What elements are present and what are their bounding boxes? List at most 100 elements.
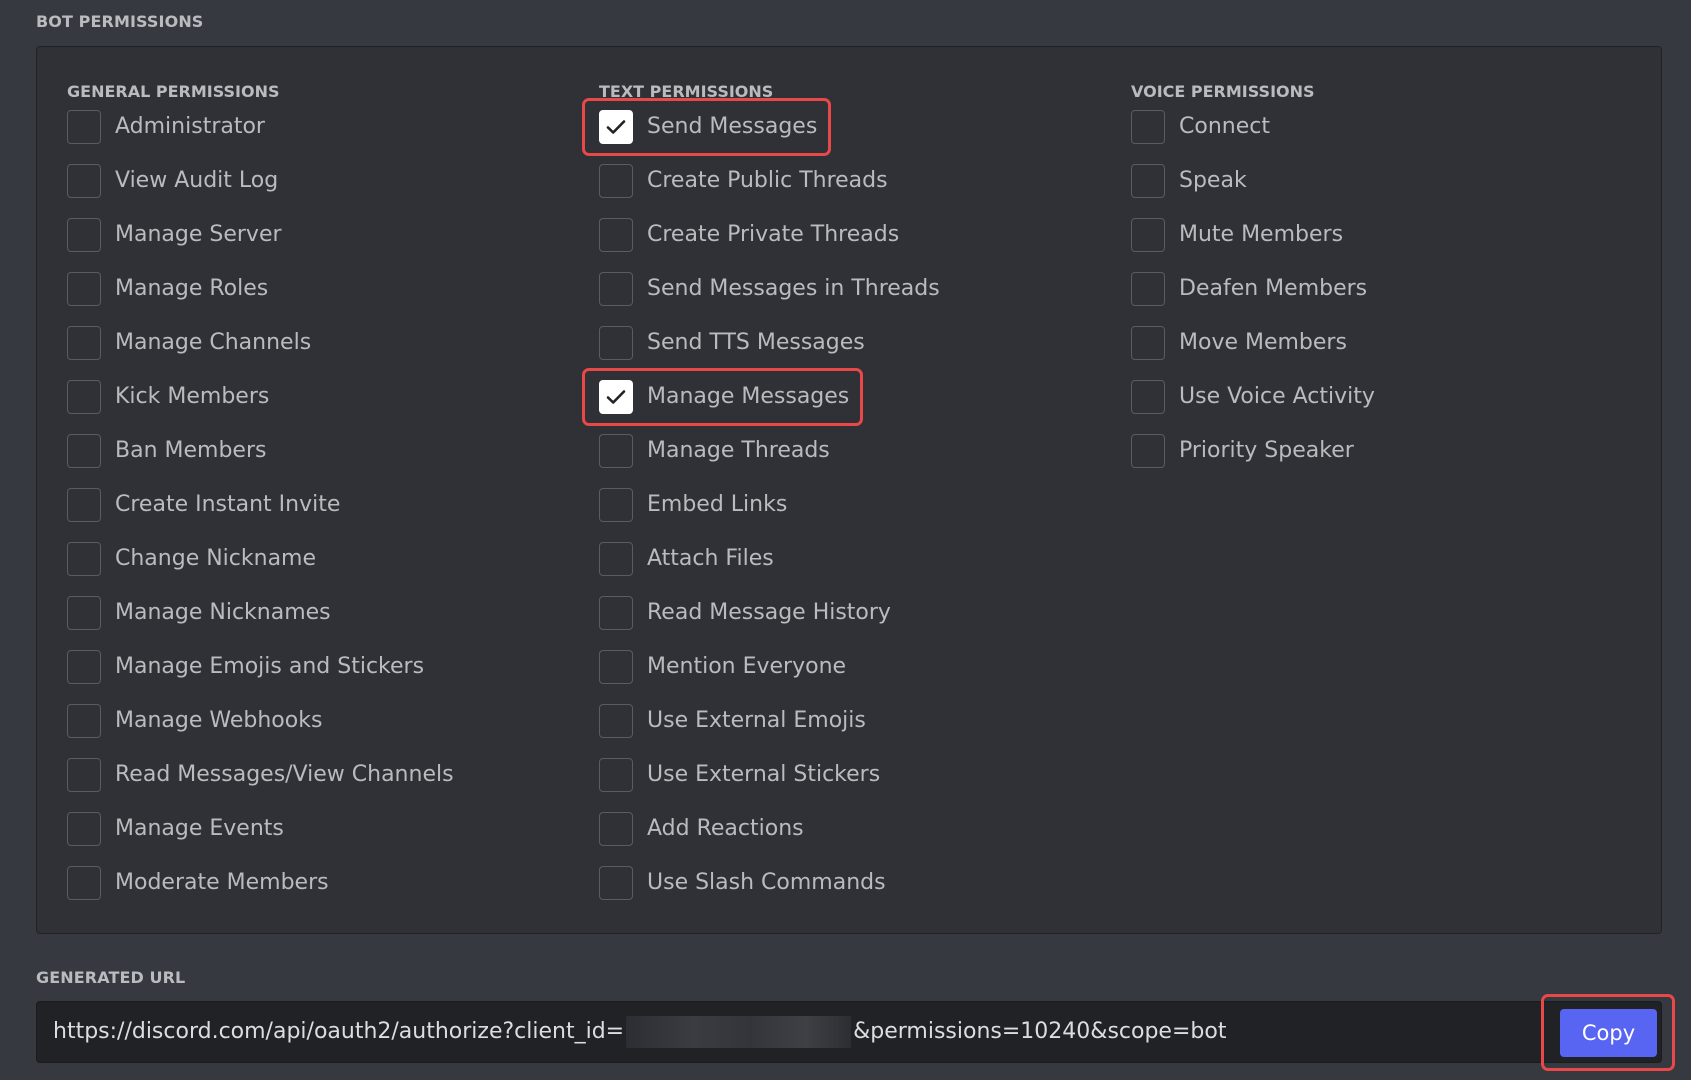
permission-label: Ban Members <box>115 438 267 463</box>
permission-checkbox[interactable] <box>599 542 633 576</box>
permission-checkbox[interactable] <box>599 704 633 738</box>
permission-checkbox[interactable] <box>599 326 633 360</box>
permission-manage-roles[interactable]: Manage Roles <box>67 272 454 326</box>
permission-read-message-history[interactable]: Read Message History <box>599 596 940 650</box>
redacted-client-id <box>626 1016 852 1048</box>
permission-add-reactions[interactable]: Add Reactions <box>599 812 940 866</box>
generated-url-title: GENERATED URL <box>36 968 186 987</box>
permission-use-slash-commands[interactable]: Use Slash Commands <box>599 866 940 920</box>
permission-checkbox[interactable] <box>1131 110 1165 144</box>
permission-checkbox[interactable] <box>67 650 101 684</box>
permission-create-instant-invite[interactable]: Create Instant Invite <box>67 488 454 542</box>
permission-checkbox[interactable] <box>1131 218 1165 252</box>
permission-label: Change Nickname <box>115 546 317 571</box>
permission-checkbox[interactable] <box>599 110 633 144</box>
permission-change-nickname[interactable]: Change Nickname <box>67 542 454 596</box>
permission-checkbox[interactable] <box>67 866 101 900</box>
permission-checkbox[interactable] <box>67 704 101 738</box>
permission-send-messages[interactable]: Send Messages <box>582 98 940 164</box>
permission-mention-everyone[interactable]: Mention Everyone <box>599 650 940 704</box>
permission-label: Send TTS Messages <box>647 330 865 355</box>
permission-view-audit-log[interactable]: View Audit Log <box>67 164 454 218</box>
copy-button[interactable]: Copy <box>1560 1009 1657 1057</box>
permission-checkbox[interactable] <box>1131 434 1165 468</box>
permission-label: Priority Speaker <box>1179 438 1354 463</box>
permission-manage-messages[interactable]: Manage Messages <box>582 368 940 434</box>
permission-checkbox[interactable] <box>1131 380 1165 414</box>
permission-attach-files[interactable]: Attach Files <box>599 542 940 596</box>
permission-create-private-threads[interactable]: Create Private Threads <box>599 218 940 272</box>
permission-checkbox[interactable] <box>67 272 101 306</box>
permission-checkbox[interactable] <box>599 650 633 684</box>
permission-label: Manage Emojis and Stickers <box>115 654 425 679</box>
permission-checkbox[interactable] <box>67 758 101 792</box>
permission-label: Deafen Members <box>1179 276 1368 301</box>
permission-checkbox[interactable] <box>599 758 633 792</box>
permission-label: Move Members <box>1179 330 1347 355</box>
permission-checkbox[interactable] <box>67 218 101 252</box>
permission-mute-members[interactable]: Mute Members <box>1131 218 1375 272</box>
permission-label: Manage Roles <box>115 276 269 301</box>
bot-permissions-title: BOT PERMISSIONS <box>36 12 204 31</box>
permission-checkbox[interactable] <box>1131 272 1165 306</box>
permission-create-public-threads[interactable]: Create Public Threads <box>599 164 940 218</box>
text-permissions-column: TEXT PERMISSIONS Send Messages Create Pub… <box>582 80 940 920</box>
permission-use-external-stickers[interactable]: Use External Stickers <box>599 758 940 812</box>
permission-checkbox[interactable] <box>67 434 101 468</box>
checkmark-icon <box>606 119 626 135</box>
permission-embed-links[interactable]: Embed Links <box>599 488 940 542</box>
permission-checkbox[interactable] <box>599 272 633 306</box>
permission-checkbox[interactable] <box>1131 326 1165 360</box>
permission-manage-emojis-and-stickers[interactable]: Manage Emojis and Stickers <box>67 650 454 704</box>
permission-label: Use External Emojis <box>647 708 866 733</box>
permission-manage-server[interactable]: Manage Server <box>67 218 454 272</box>
permission-label: Manage Channels <box>115 330 312 355</box>
permission-move-members[interactable]: Move Members <box>1131 326 1375 380</box>
permission-label: Manage Webhooks <box>115 708 323 733</box>
permission-use-external-emojis[interactable]: Use External Emojis <box>599 704 940 758</box>
permission-checkbox[interactable] <box>599 218 633 252</box>
permission-checkbox[interactable] <box>599 488 633 522</box>
permission-kick-members[interactable]: Kick Members <box>67 380 454 434</box>
general-permissions-title: GENERAL PERMISSIONS <box>67 82 280 101</box>
permission-checkbox[interactable] <box>67 110 101 144</box>
permission-label: Connect <box>1179 114 1270 139</box>
permission-moderate-members[interactable]: Moderate Members <box>67 866 454 920</box>
permission-checkbox[interactable] <box>599 380 633 414</box>
permission-send-tts-messages[interactable]: Send TTS Messages <box>599 326 940 380</box>
permission-manage-channels[interactable]: Manage Channels <box>67 326 454 380</box>
permission-use-voice-activity[interactable]: Use Voice Activity <box>1131 380 1375 434</box>
permission-ban-members[interactable]: Ban Members <box>67 434 454 488</box>
permission-checkbox[interactable] <box>599 434 633 468</box>
url-prefix: https://discord.com/api/oauth2/authorize… <box>53 1019 625 1044</box>
permission-priority-speaker[interactable]: Priority Speaker <box>1131 434 1375 488</box>
permission-checkbox[interactable] <box>599 866 633 900</box>
permission-checkbox[interactable] <box>599 164 633 198</box>
permission-checkbox[interactable] <box>67 596 101 630</box>
permission-read-messages-view-channels[interactable]: Read Messages/View Channels <box>67 758 454 812</box>
permission-checkbox[interactable] <box>67 488 101 522</box>
permission-label: Create Public Threads <box>647 168 888 193</box>
generated-url-field[interactable]: https://discord.com/api/oauth2/authorize… <box>36 1001 1662 1063</box>
permission-administrator[interactable]: Administrator <box>67 110 454 164</box>
permission-checkbox[interactable] <box>67 812 101 846</box>
permission-checkbox[interactable] <box>599 812 633 846</box>
permission-checkbox[interactable] <box>67 326 101 360</box>
permission-label: Use External Stickers <box>647 762 881 787</box>
permission-checkbox[interactable] <box>67 380 101 414</box>
permission-manage-webhooks[interactable]: Manage Webhooks <box>67 704 454 758</box>
permission-speak[interactable]: Speak <box>1131 164 1375 218</box>
permission-deafen-members[interactable]: Deafen Members <box>1131 272 1375 326</box>
permission-manage-events[interactable]: Manage Events <box>67 812 454 866</box>
permission-label: Manage Events <box>115 816 284 841</box>
permission-checkbox[interactable] <box>67 542 101 576</box>
permission-connect[interactable]: Connect <box>1131 110 1375 164</box>
permission-manage-threads[interactable]: Manage Threads <box>599 434 940 488</box>
permission-label: Manage Nicknames <box>115 600 331 625</box>
permission-send-messages-in-threads[interactable]: Send Messages in Threads <box>599 272 940 326</box>
permission-checkbox[interactable] <box>1131 164 1165 198</box>
permission-checkbox[interactable] <box>67 164 101 198</box>
permission-checkbox[interactable] <box>599 596 633 630</box>
text-permissions-list: Send Messages Create Public Threads Create… <box>582 98 940 920</box>
permission-manage-nicknames[interactable]: Manage Nicknames <box>67 596 454 650</box>
